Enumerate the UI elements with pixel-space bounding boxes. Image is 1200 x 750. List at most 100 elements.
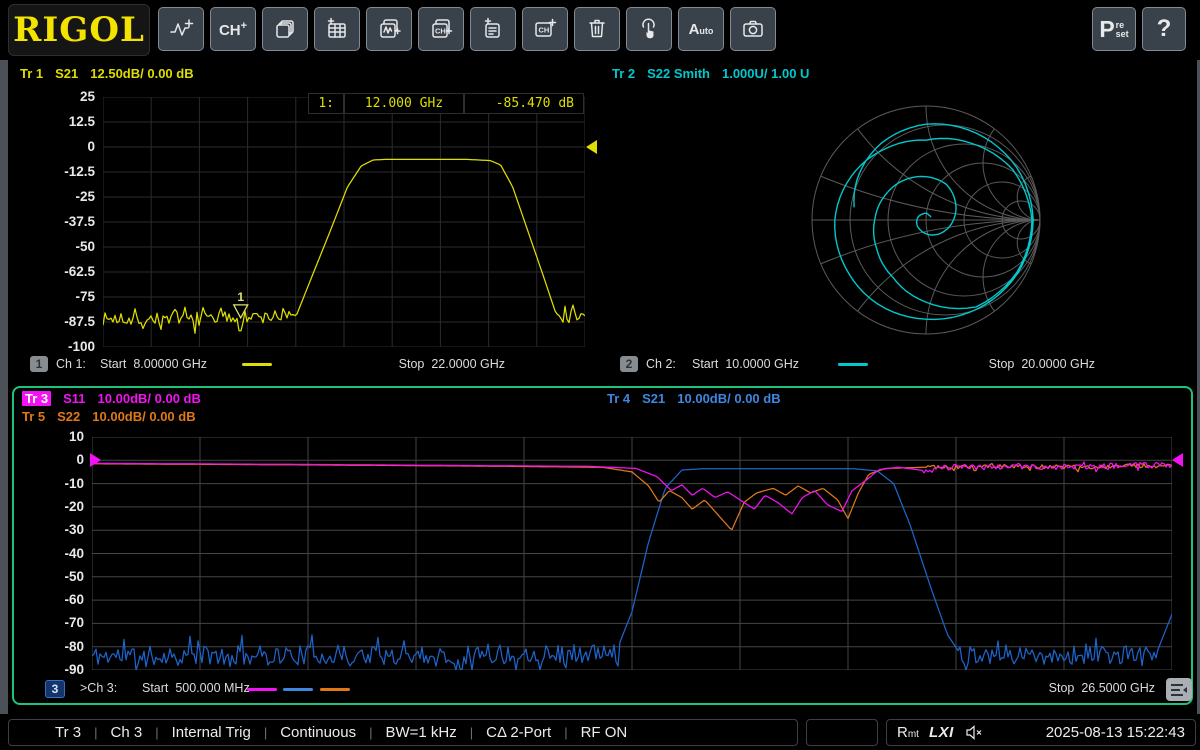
- status-item[interactable]: Ch 3: [111, 724, 143, 741]
- menu-expand-icon: [1170, 683, 1188, 697]
- y-axis-tick: -90: [24, 662, 84, 677]
- panel1-trace-svg: 1: [103, 97, 585, 347]
- y-axis-tick: -10: [24, 476, 84, 491]
- status-bar-right: Rmt LXI 2025-08-13 15:22:43: [886, 719, 1196, 746]
- ch-plus-icon: CH+: [219, 20, 247, 39]
- speaker-muted-icon[interactable]: [966, 725, 983, 740]
- windows-waveform-icon: [376, 16, 402, 42]
- status-item[interactable]: Continuous: [280, 724, 356, 741]
- windows-ch-icon: CH: [428, 16, 454, 42]
- y-axis-tick: -50: [24, 569, 84, 584]
- channel-windows-button[interactable]: CH: [418, 7, 464, 51]
- y-axis-tick: 0: [24, 452, 84, 467]
- panel3-header-tr4[interactable]: Tr 4 S21 10.00dB/ 0.00 dB: [607, 391, 781, 406]
- y-axis-tick: -20: [24, 499, 84, 514]
- channel2-stop: Stop 20.0000 GHz: [965, 357, 1095, 371]
- status-separator: |: [369, 725, 372, 740]
- channel3-stop: Stop 26.5000 GHz: [1025, 681, 1155, 695]
- left-edge-strip: [0, 60, 8, 714]
- channel3-start: Start 500.000 MHz: [142, 681, 250, 695]
- marker-frequency: 12.000 GHz: [344, 93, 464, 114]
- panel3-reference-arrow-left[interactable]: [90, 453, 101, 467]
- status-item[interactable]: Internal Trig: [172, 724, 251, 741]
- y-axis-tick: 10: [24, 429, 84, 444]
- panel3-plot[interactable]: [92, 437, 1172, 670]
- status-bar-left: Tr 3 | Ch 3 | Internal Trig | Continuous | BW=1 …: [8, 719, 798, 746]
- panel2-header[interactable]: Tr 2 S22 Smith 1.000U/ 1.00 U: [612, 66, 809, 81]
- measurement-list-button[interactable]: [470, 7, 516, 51]
- add-sheet-button[interactable]: [314, 7, 360, 51]
- tr5-scale: 10.00dB/ 0.00 dB: [92, 409, 195, 424]
- svg-text:1: 1: [237, 290, 244, 304]
- svg-text:CH: CH: [435, 27, 446, 36]
- panel2-measurement: S22 Smith: [647, 66, 710, 81]
- marker-value: -85.470 dB: [464, 93, 584, 114]
- help-icon: ?: [1157, 15, 1172, 43]
- preset-icon: P reset: [1099, 16, 1128, 43]
- panel3-yticks: 100-10-20-30-40-50-60-70-80-90: [24, 0, 84, 750]
- panel1-plot[interactable]: 1 1: 12.000 GHz -85.470 dB: [103, 97, 585, 347]
- status-separator: |: [264, 725, 267, 740]
- channel3-label: >Ch 3:: [80, 681, 117, 695]
- status-item[interactable]: Tr 3: [55, 724, 81, 741]
- status-item[interactable]: RF ON: [581, 724, 628, 741]
- smith-grid: [792, 86, 1060, 354]
- help-button[interactable]: ?: [1142, 7, 1186, 51]
- panel1-scale: 12.50dB/ 0.00 dB: [90, 66, 193, 81]
- camera-icon: [740, 16, 766, 42]
- window-layout-button[interactable]: [262, 7, 308, 51]
- marker-id: 1:: [308, 93, 344, 114]
- status-item[interactable]: BW=1 kHz: [385, 724, 456, 741]
- window-ch-plus-icon: CH: [532, 16, 558, 42]
- screenshot-button[interactable]: [730, 7, 776, 51]
- table-plus-icon: [324, 16, 350, 42]
- smith-chart[interactable]: [792, 86, 1060, 354]
- expand-menu-button[interactable]: [1166, 678, 1192, 701]
- trace2-legend-dash: [838, 363, 868, 366]
- add-trace-button[interactable]: [158, 7, 204, 51]
- lxi-indicator: LXI: [929, 724, 954, 741]
- y-axis-tick: -70: [24, 615, 84, 630]
- status-separator: |: [94, 725, 97, 740]
- touch-icon: [636, 16, 662, 42]
- tr4-scale: 10.00dB/ 0.00 dB: [677, 391, 780, 406]
- channel1-stop: Stop 22.0000 GHz: [375, 357, 505, 371]
- tr4-measurement: S21: [642, 391, 665, 406]
- y-axis-tick: -80: [24, 639, 84, 654]
- datetime-display: 2025-08-13 15:22:43: [1046, 724, 1185, 741]
- delete-button[interactable]: [574, 7, 620, 51]
- tr4-trace-label: Tr 4: [607, 391, 630, 406]
- status-separator: |: [470, 725, 473, 740]
- tr3-legend-dash: [247, 688, 277, 691]
- stacked-windows-icon: [272, 16, 298, 42]
- status-bar-spare: [806, 719, 878, 746]
- add-channel-button[interactable]: CH+: [210, 7, 256, 51]
- channel2-badge[interactable]: 2: [620, 356, 638, 372]
- y-axis-tick: -60: [24, 592, 84, 607]
- auto-icon: Auto: [689, 21, 714, 38]
- channel2-label: Ch 2:: [646, 357, 676, 371]
- auto-scale-button[interactable]: Auto: [678, 7, 724, 51]
- status-separator: |: [564, 725, 567, 740]
- y-axis-tick: -30: [24, 522, 84, 537]
- remote-indicator: Rmt: [897, 724, 919, 741]
- touch-button[interactable]: [626, 7, 672, 51]
- trace-windows-button[interactable]: [366, 7, 412, 51]
- channel3-badge[interactable]: 3: [45, 680, 65, 698]
- status-item[interactable]: CΔ 2-Port: [486, 724, 551, 741]
- status-separator: |: [155, 725, 158, 740]
- svg-text:CH: CH: [539, 26, 550, 35]
- statusbar-items: Tr 3 | Ch 3 | Internal Trig | Continuous | BW=1 …: [55, 724, 627, 741]
- panel1-reference-arrow[interactable]: [586, 140, 597, 154]
- preset-button[interactable]: P reset: [1092, 7, 1136, 51]
- vna-screen: RIGOL CH+CHCHAuto P reset ? Tr 1 S21 12.…: [0, 0, 1200, 750]
- tr3-scale: 10.00dB/ 0.00 dB: [98, 391, 201, 406]
- tr5-legend-dash: [320, 688, 350, 691]
- channel2-start: Start 10.0000 GHz: [692, 357, 799, 371]
- tr4-legend-dash: [283, 688, 313, 691]
- add-channel-window-button[interactable]: CH: [522, 7, 568, 51]
- panel3-reference-arrow-right[interactable]: [1172, 453, 1183, 467]
- waveform-plus-icon: [168, 16, 194, 42]
- trace1-legend-dash: [242, 363, 272, 366]
- trash-icon: [584, 16, 610, 42]
